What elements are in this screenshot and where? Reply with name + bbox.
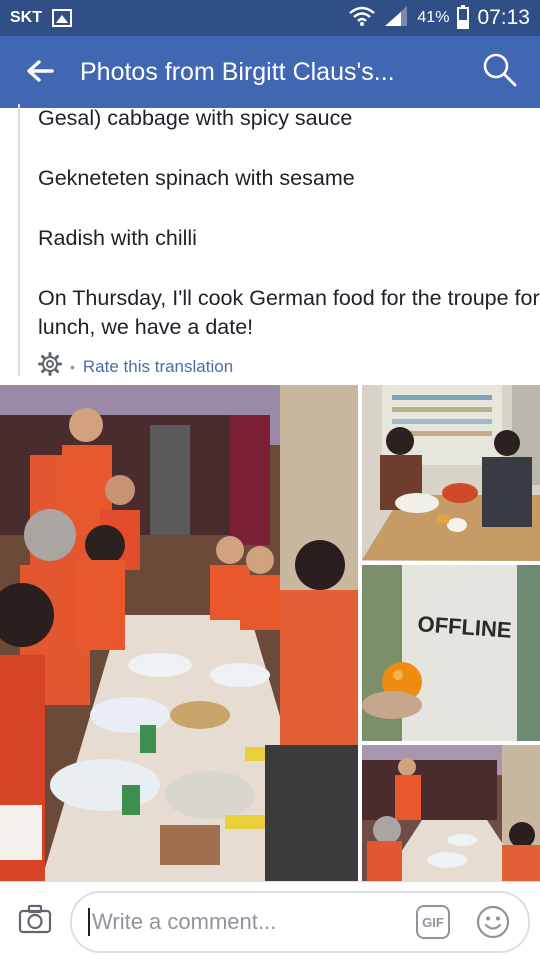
carrier-label: SKT [10, 9, 42, 26]
post-line: Gesal) cabbage with spicy sauce [38, 106, 353, 130]
status-bar: SKT 41% 07:13 [0, 0, 540, 36]
clock: 07:13 [477, 6, 530, 29]
signal-icon [383, 4, 409, 33]
status-right: 41% 07:13 [349, 4, 530, 33]
photo-group-dinner-thumbnail[interactable] [362, 745, 540, 881]
photo-cooking[interactable] [362, 385, 540, 561]
comment-placeholder: Write a comment... [92, 909, 277, 934]
post-text: Gesal) cabbage with spicy sauce Geknetet… [18, 104, 540, 376]
comment-bar: Write a comment... GIF [0, 881, 540, 960]
app-bar: Photos from Birgitt Claus's... [0, 36, 540, 108]
comment-input[interactable]: Write a comment... GIF [70, 891, 530, 953]
camera-icon [18, 904, 52, 939]
battery-level-fill [459, 19, 468, 27]
photo-grid: OFFLINE [0, 385, 540, 881]
search-button[interactable] [460, 36, 540, 108]
sticker-smiley-icon[interactable] [476, 905, 510, 939]
back-arrow-icon [26, 55, 54, 89]
separator-dot: • [70, 358, 75, 375]
camera-button[interactable] [0, 882, 70, 960]
back-button[interactable] [0, 36, 80, 108]
post-line: On Thursday, I'll cook German food for t… [38, 286, 540, 339]
photo-group-dinner[interactable] [0, 385, 358, 881]
wifi-icon [349, 5, 376, 32]
post-line: Gekneteten spinach with sesame [38, 166, 355, 190]
status-left: SKT [10, 9, 72, 27]
text-cursor [88, 908, 90, 936]
page-title: Photos from Birgitt Claus's... [80, 57, 395, 86]
translation-rating-row: • Rate this translation [38, 352, 233, 381]
battery-icon [457, 5, 470, 29]
rate-translation-link[interactable]: Rate this translation [83, 357, 233, 377]
post-line: Radish with chilli [38, 226, 197, 250]
gif-button[interactable]: GIF [416, 905, 450, 939]
gallery-icon [52, 9, 72, 27]
battery-percent: 41% [417, 9, 450, 26]
search-icon [482, 52, 518, 93]
gear-icon[interactable] [38, 352, 62, 381]
photo-offline-shirt[interactable]: OFFLINE [362, 565, 540, 741]
